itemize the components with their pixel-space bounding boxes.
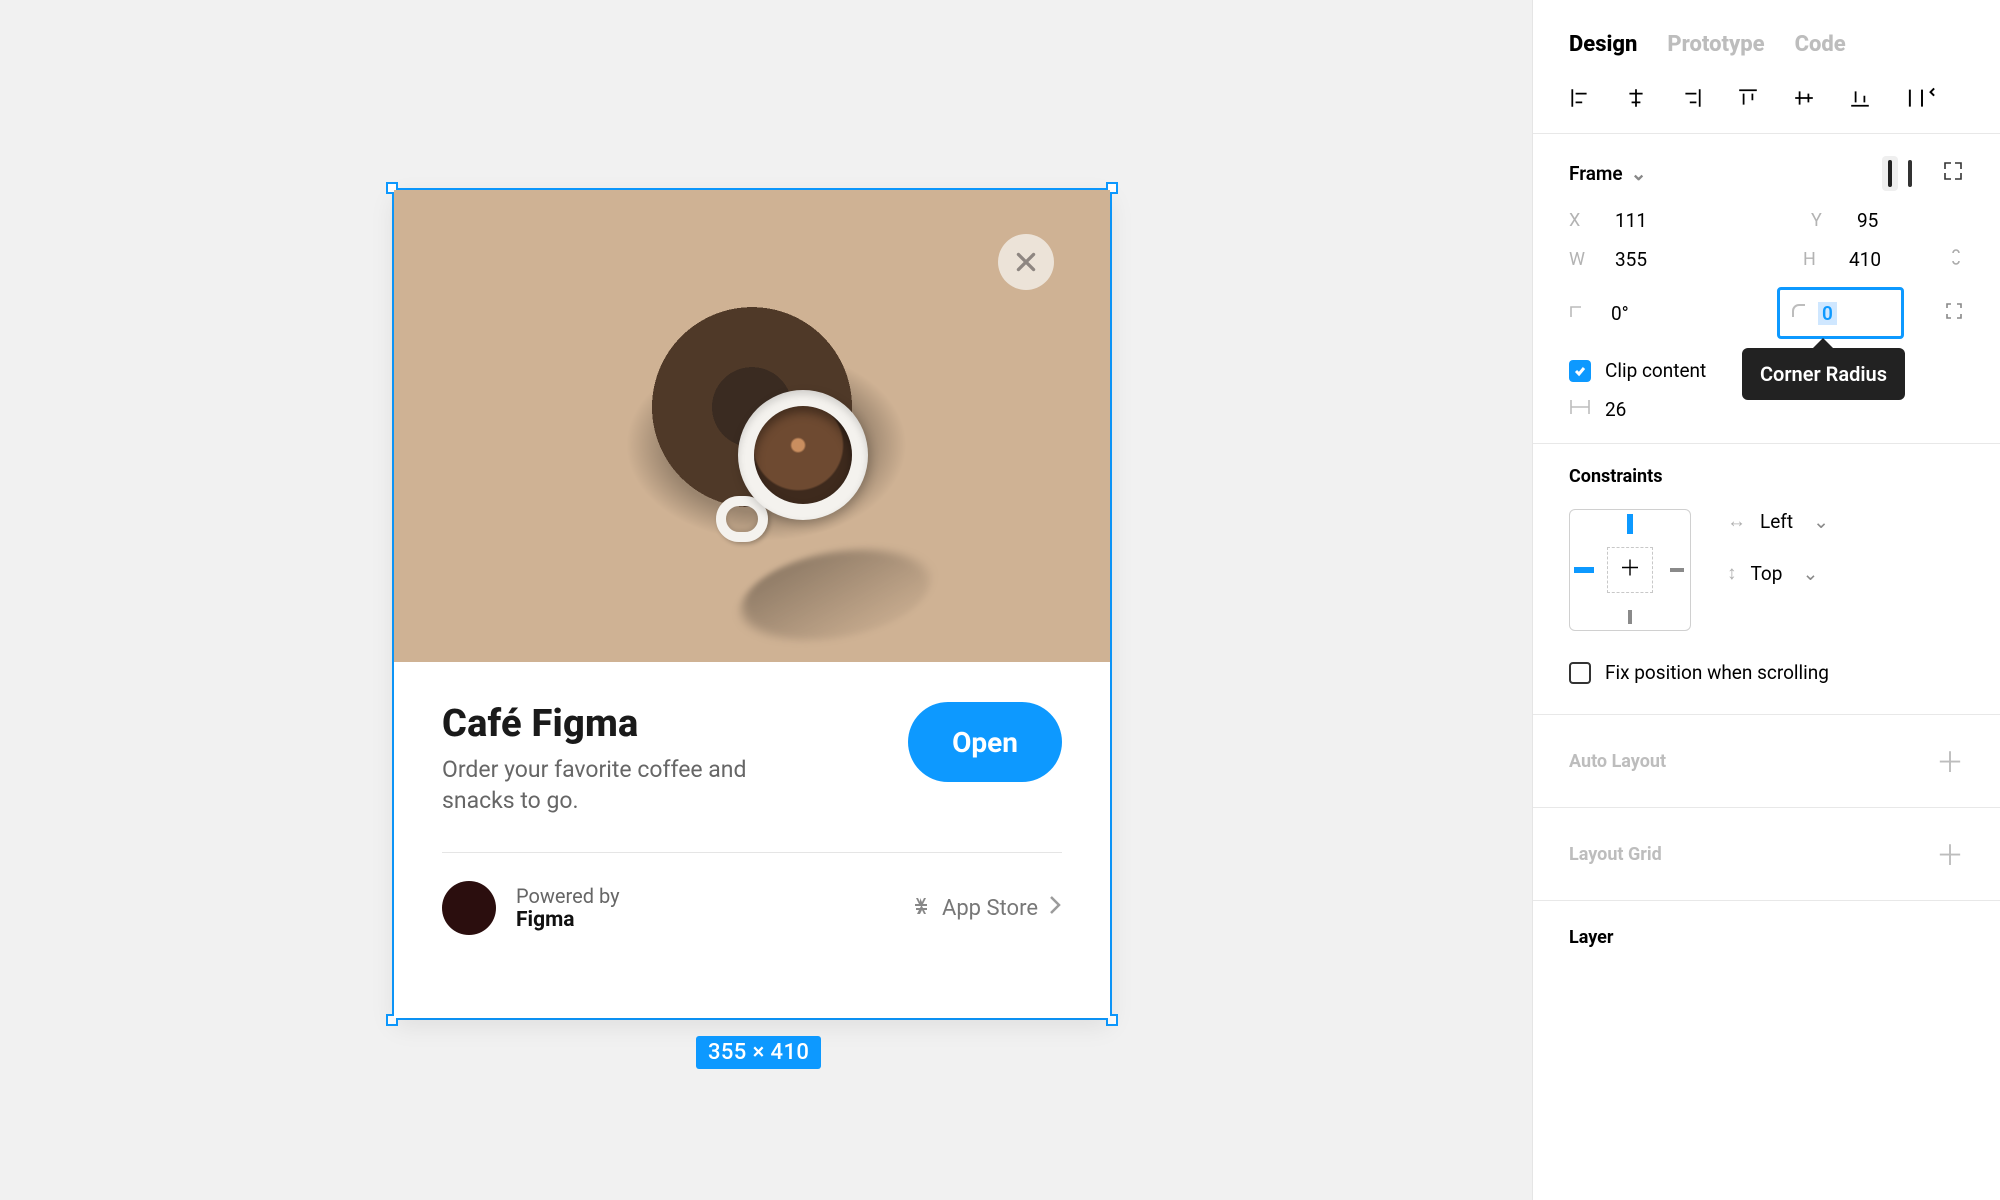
rotation-icon [1569,302,1587,325]
layout-grid-title: Layout Grid [1569,844,1662,865]
card-title: Café Figma [442,702,802,746]
properties-panel: Design Prototype Code Frame ⌄ [1532,0,2000,1200]
brand-logo [442,881,496,935]
selected-frame[interactable]: Café Figma Order your favorite coffee an… [394,190,1110,1018]
cup-shadow [715,547,957,643]
frame-type-dropdown[interactable]: Frame ⌄ [1569,162,1647,185]
fix-position-checkbox[interactable] [1569,662,1591,684]
selection-dimensions-badge: 355 × 410 [696,1036,821,1069]
corner-radius-input[interactable]: 0 Corner Radius [1777,287,1904,339]
close-icon [1013,249,1039,275]
align-right-icon[interactable] [1681,87,1703,109]
tab-code[interactable]: Code [1795,32,1846,57]
align-left-icon[interactable] [1569,87,1591,109]
powered-by-label: Powered by [516,884,620,908]
constraint-v-value: Top [1751,562,1783,585]
coffee-cup [738,390,868,520]
hero-image [394,190,1110,662]
chevron-right-icon [1048,894,1062,922]
layer-section[interactable]: Layer [1533,901,2000,974]
constraint-horizontal-dropdown[interactable]: ↔ Left ⌄ [1727,509,1829,533]
corner-radius-tooltip: Corner Radius [1742,348,1905,400]
x-label: X [1569,210,1591,231]
alignment-toolbar [1533,79,2000,134]
card-content: Café Figma Order your favorite coffee an… [394,662,1110,1018]
auto-layout-title: Auto Layout [1569,751,1666,772]
open-button[interactable]: Open [908,702,1062,782]
corner-radius-value: 0 [1818,302,1837,325]
align-h-center-icon[interactable] [1625,87,1647,109]
h-value[interactable]: 410 [1849,248,1903,271]
fix-position-label: Fix position when scrolling [1605,661,1829,684]
add-layout-grid-icon[interactable]: ＋ [1936,834,1964,874]
resize-to-fit-icon[interactable] [1942,160,1964,187]
distribute-icon[interactable] [1905,87,1939,109]
orientation-portrait[interactable] [1882,156,1898,191]
corner-radius-icon [1790,302,1808,325]
card-description: Order your favorite coffee and snacks to… [442,754,802,816]
constraints-title: Constraints [1569,466,1964,487]
w-value[interactable]: 355 [1615,248,1669,271]
constraint-vertical-dropdown[interactable]: ↕ Top ⌄ [1727,561,1829,585]
app-store-link[interactable]: App Store [908,894,1062,922]
link-dimensions-icon[interactable] [1948,246,1964,273]
independent-corners-icon[interactable] [1944,301,1964,326]
y-value[interactable]: 95 [1857,209,1911,232]
align-top-icon[interactable] [1737,87,1759,109]
frame-type-label: Frame [1569,162,1623,185]
constraints-widget[interactable] [1569,509,1691,631]
align-bottom-icon[interactable] [1849,87,1871,109]
app-store-label: App Store [942,896,1038,921]
canvas-area[interactable]: Café Figma Order your favorite coffee an… [0,0,1532,1200]
hero-close-button[interactable] [998,234,1054,290]
layer-title: Layer [1569,927,1614,948]
spacing-value[interactable]: 26 [1605,398,1626,421]
panel-tabs: Design Prototype Code [1533,0,2000,79]
clip-content-label: Clip content [1605,359,1706,382]
h-label: H [1803,249,1825,270]
chevron-down-icon: ⌄ [1813,510,1829,533]
open-button-label: Open [952,726,1018,759]
spacing-icon [1569,398,1591,421]
y-label: Y [1811,210,1833,231]
auto-layout-section[interactable]: Auto Layout ＋ [1533,715,2000,808]
tab-design[interactable]: Design [1569,32,1637,57]
add-auto-layout-icon[interactable]: ＋ [1936,741,1964,781]
align-v-center-icon[interactable] [1793,87,1815,109]
w-label: W [1569,249,1591,270]
chevron-down-icon: ⌄ [1631,162,1647,185]
app-store-icon [908,896,932,920]
orientation-landscape[interactable] [1908,162,1912,185]
rotation-value[interactable]: 0° [1611,302,1665,325]
layout-grid-section[interactable]: Layout Grid ＋ [1533,808,2000,901]
x-value[interactable]: 111 [1615,209,1669,232]
tab-prototype[interactable]: Prototype [1667,32,1764,57]
chevron-down-icon: ⌄ [1802,562,1818,585]
constraints-section: Constraints ↔ Left ⌄ ↕ Top [1533,444,2000,715]
frame-section: Frame ⌄ X 111 Y 95 W 355 H 410 [1533,134,2000,444]
constraint-h-value: Left [1760,510,1793,533]
brand-name: Figma [516,908,620,932]
clip-content-checkbox[interactable] [1569,360,1591,382]
